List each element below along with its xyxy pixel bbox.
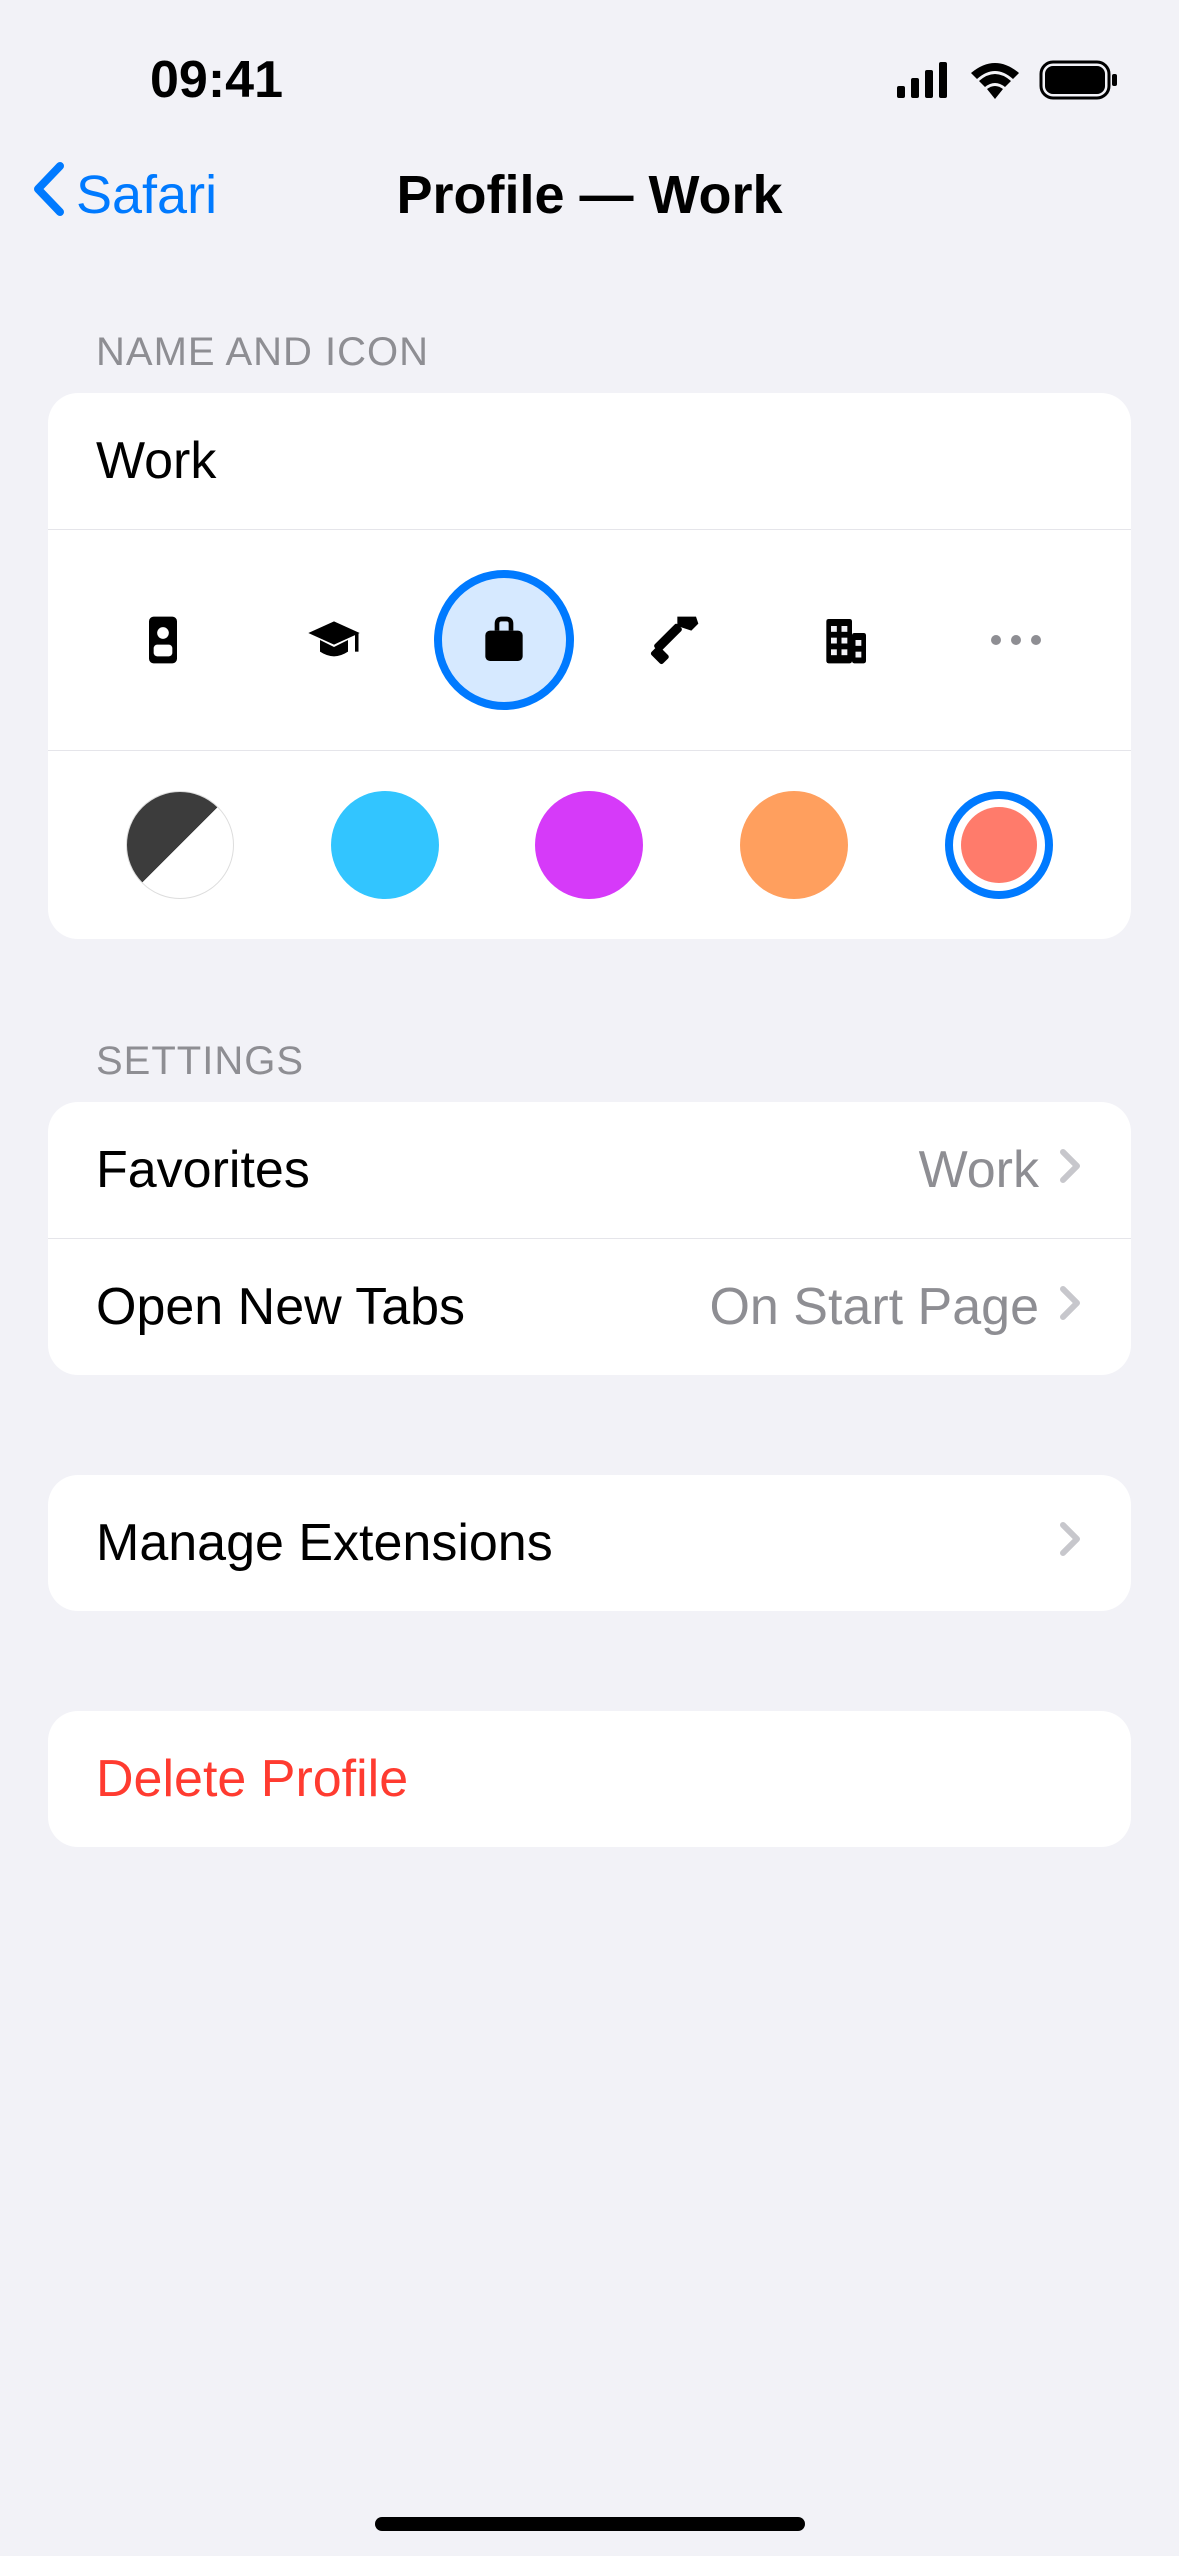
graduation-cap-icon (306, 612, 362, 668)
open-new-tabs-value: On Start Page (709, 1277, 1039, 1337)
delete-profile-label: Delete Profile (96, 1749, 408, 1809)
icon-picker-row (48, 530, 1131, 751)
badge-icon (135, 612, 191, 668)
status-bar: 09:41 (0, 0, 1179, 130)
color-picker-row (48, 751, 1131, 939)
settings-section: SETTINGS Favorites Work Open New Tabs On… (48, 1039, 1131, 1375)
wifi-icon (969, 61, 1021, 99)
profile-name-row[interactable]: Work (48, 393, 1131, 530)
chevron-left-icon (30, 161, 66, 230)
section-header-settings: SETTINGS (48, 1039, 1131, 1102)
settings-group: Favorites Work Open New Tabs On Start Pa… (48, 1102, 1131, 1375)
more-icon (991, 635, 1041, 645)
back-label: Safari (76, 164, 217, 226)
icon-option-hammer[interactable] (605, 570, 745, 710)
briefcase-icon (476, 612, 532, 668)
navigation-bar: Safari Profile — Work (0, 130, 1179, 260)
icon-option-badge[interactable] (93, 570, 233, 710)
battery-icon (1039, 60, 1119, 100)
color-option-magenta[interactable] (535, 791, 643, 899)
open-new-tabs-label: Open New Tabs (96, 1277, 465, 1337)
icon-option-more[interactable] (946, 570, 1086, 710)
favorites-value: Work (919, 1140, 1039, 1200)
color-option-black-white[interactable] (126, 791, 234, 899)
home-indicator[interactable] (375, 2517, 805, 2531)
status-time: 09:41 (60, 50, 283, 110)
chevron-right-icon (1059, 1146, 1083, 1194)
delete-group: Delete Profile (48, 1711, 1131, 1847)
hammer-icon (647, 612, 703, 668)
status-icons (897, 60, 1119, 100)
favorites-row[interactable]: Favorites Work (48, 1102, 1131, 1238)
icon-option-briefcase[interactable] (434, 570, 574, 710)
delete-profile-row[interactable]: Delete Profile (48, 1711, 1131, 1847)
icon-option-graduation[interactable] (264, 570, 404, 710)
section-header-name-icon: NAME AND ICON (48, 330, 1131, 393)
favorites-label: Favorites (96, 1140, 310, 1200)
chevron-right-icon (1059, 1283, 1083, 1331)
icon-option-building[interactable] (775, 570, 915, 710)
color-option-orange[interactable] (740, 791, 848, 899)
color-option-coral[interactable] (945, 791, 1053, 899)
cellular-icon (897, 62, 951, 98)
chevron-right-icon (1059, 1519, 1083, 1567)
building-icon (817, 612, 873, 668)
profile-name-value: Work (96, 431, 1083, 491)
extensions-group: Manage Extensions (48, 1475, 1131, 1611)
name-icon-group: Work (48, 393, 1131, 939)
manage-extensions-row[interactable]: Manage Extensions (48, 1475, 1131, 1611)
open-new-tabs-row[interactable]: Open New Tabs On Start Page (48, 1238, 1131, 1375)
page-title: Profile — Work (396, 164, 782, 226)
color-option-cyan[interactable] (331, 791, 439, 899)
back-button[interactable]: Safari (30, 161, 217, 230)
manage-extensions-label: Manage Extensions (96, 1513, 553, 1573)
